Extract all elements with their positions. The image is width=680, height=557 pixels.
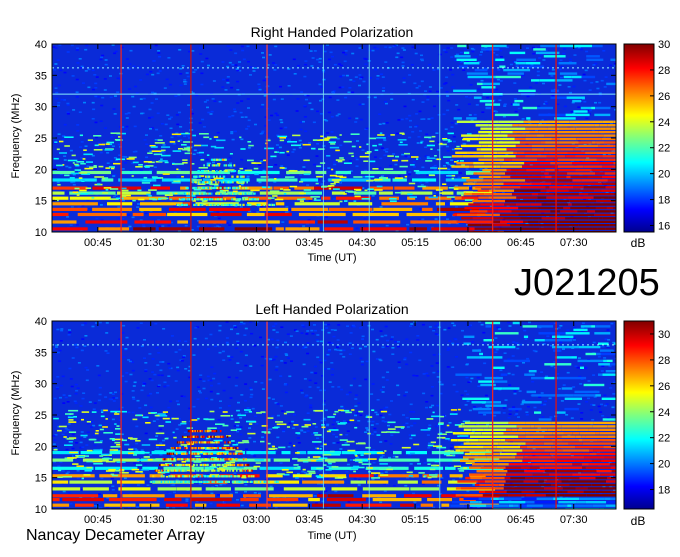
rh-panel-title: Right Handed Polarization (251, 24, 414, 40)
colorbar-tick-label: 24 (658, 117, 670, 129)
x-tick-label: 03:45 (296, 237, 324, 249)
colorbar-tick-label: 30 (658, 329, 670, 341)
x-tick-label: 05:15 (401, 514, 429, 526)
y-tick-label: 40 (35, 316, 47, 328)
x-tick-label: 04:30 (348, 514, 376, 526)
x-tick-label: 02:15 (190, 237, 218, 249)
colorbar-gradient (624, 321, 654, 509)
colorbar-tick-label: 28 (658, 65, 670, 77)
x-tick-label: 06:45 (507, 514, 535, 526)
x-tick-label: 02:15 (190, 514, 218, 526)
x-tick-label: 01:30 (137, 514, 165, 526)
colorbar-tick-label: 26 (658, 91, 670, 103)
rh-colorbar: 16 18 20 22 24 26 28 30 (624, 39, 670, 233)
y-tick-label: 35 (35, 347, 47, 359)
x-tick-label: 06:00 (454, 237, 482, 249)
y-tick-label: 40 (35, 39, 47, 51)
y-tick-label: 30 (35, 102, 47, 114)
x-tick-label: 03:00 (243, 237, 271, 249)
lh-y-axis-label: Frequency (MHz) (10, 371, 22, 456)
rh-polarization-panel: Right Handed Polarization 00:45 01:30 02:1… (10, 24, 670, 264)
colorbar-tick-label: 22 (658, 143, 670, 155)
spectrogram-image (52, 321, 639, 511)
y-tick-label: 20 (35, 441, 47, 453)
y-tick-label: 25 (35, 133, 47, 145)
y-tick-label: 30 (35, 379, 47, 391)
colorbar-tick-label: 20 (658, 459, 670, 471)
x-tick-label: 04:30 (348, 237, 376, 249)
lh-colorbar-unit: dB (631, 514, 646, 528)
colorbar-tick-label: 18 (658, 195, 670, 207)
lh-x-axis-label: Time (UT) (307, 530, 356, 542)
colorbar-tick-label: 24 (658, 407, 670, 419)
y-tick-label: 15 (35, 473, 47, 485)
y-tick-label: 35 (35, 70, 47, 82)
x-tick-label: 06:00 (454, 514, 482, 526)
spectrogram-image (52, 44, 638, 233)
x-tick-label: 03:45 (296, 514, 324, 526)
colorbar-tick-label: 22 (658, 433, 670, 445)
lh-spectrogram-plot (52, 321, 639, 511)
colorbar-gradient (624, 44, 654, 232)
rh-x-axis-label: Time (UT) (307, 252, 356, 264)
colorbar-tick-label: 16 (658, 221, 670, 233)
y-tick-label: 25 (35, 410, 47, 422)
colorbar-tick-label: 20 (658, 169, 670, 181)
lh-colorbar: 18 20 22 24 26 28 30 (624, 321, 670, 509)
y-tick-label: 20 (35, 164, 47, 176)
rh-colorbar-unit: dB (631, 236, 646, 250)
x-tick-label: 05:15 (401, 237, 429, 249)
x-tick-label: 06:45 (507, 237, 535, 249)
y-tick-label: 10 (35, 504, 47, 516)
observation-id: J021205 (514, 262, 660, 305)
colorbar-tick-label: 30 (658, 39, 670, 51)
x-tick-label: 03:00 (243, 514, 271, 526)
instrument-label: Nancay Decameter Array (26, 527, 205, 545)
y-tick-label: 10 (35, 227, 47, 239)
x-tick-label: 07:30 (560, 514, 588, 526)
rh-y-axis-label: Frequency (MHz) (10, 94, 22, 179)
x-tick-label: 01:30 (137, 237, 165, 249)
colorbar-tick-label: 26 (658, 381, 670, 393)
colorbar-tick-label: 18 (658, 485, 670, 497)
y-tick-label: 15 (35, 196, 47, 208)
x-tick-label: 00:45 (84, 237, 112, 249)
lh-polarization-panel: Left Handed Polarization 00:45 01:30 02:15… (10, 301, 670, 542)
colorbar-tick-label: 28 (658, 355, 670, 367)
x-tick-label: 00:45 (84, 514, 112, 526)
rh-spectrogram-plot (52, 44, 638, 233)
lh-panel-title: Left Handed Polarization (255, 301, 408, 317)
x-tick-label: 07:30 (560, 237, 588, 249)
